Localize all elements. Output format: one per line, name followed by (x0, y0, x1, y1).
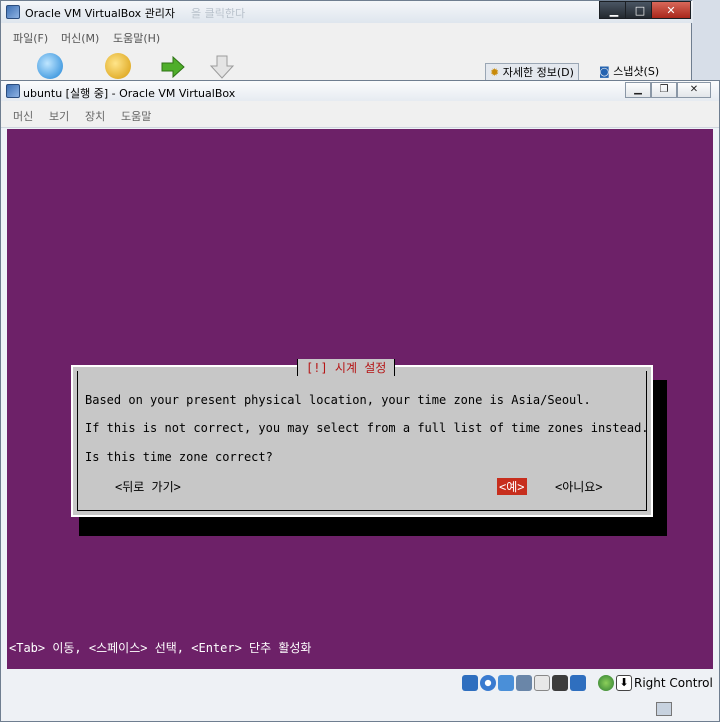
dialog-question: Is this time zone correct? (85, 450, 273, 464)
manager-menubar: 파일(F) 머신(M) 도움말(H) (1, 25, 691, 47)
settings-gear-icon[interactable] (105, 53, 131, 79)
vm-titlebar: ubuntu [실행 중] - Oracle VM VirtualBox ▁ ❐… (1, 81, 719, 101)
back-button[interactable]: <뒤로 가기> (115, 478, 181, 495)
guest-screen[interactable]: [!] 시계 설정 Based on your present physical… (7, 129, 713, 669)
host-key-arrow-icon[interactable]: ⬇ (616, 675, 632, 691)
menu-help[interactable]: 도움말(H) (113, 30, 160, 46)
optical-drive-icon[interactable] (480, 675, 496, 691)
manager-titlebar: Oracle VM VirtualBox 관리자 을 클릭한다 ▁ □ ✕ (1, 1, 693, 23)
vm-restore-button[interactable]: ❐ (651, 82, 677, 98)
window-resize-icon[interactable] (656, 702, 672, 716)
no-button[interactable]: <아니요> (555, 478, 603, 495)
vm-menu-view[interactable]: 보기 (49, 108, 69, 124)
dialog-line-1: Based on your present physical location,… (85, 393, 591, 407)
details-gear-icon: ✹ (490, 66, 500, 79)
timezone-dialog: [!] 시계 설정 Based on your present physical… (71, 359, 653, 517)
vm-menu-machine[interactable]: 머신 (13, 108, 33, 124)
video-capture-icon[interactable] (570, 675, 586, 691)
usb-icon[interactable] (498, 675, 514, 691)
host-key-label: Right Control (634, 676, 713, 690)
network-icon[interactable] (516, 675, 532, 691)
close-button[interactable]: ✕ (651, 1, 691, 19)
new-machine-icon[interactable] (37, 53, 63, 79)
vm-menubar: 머신 보기 장치 도움말 (1, 101, 719, 128)
shared-folder-icon[interactable] (534, 675, 550, 691)
vm-window: ubuntu [실행 중] - Oracle VM VirtualBox ▁ ❐… (0, 80, 720, 722)
vm-minimize-button[interactable]: ▁ (625, 82, 651, 98)
details-label: 자세한 정보(D) (502, 66, 574, 79)
virtualization-icon[interactable] (598, 675, 614, 691)
hard-disk-icon[interactable] (462, 675, 478, 691)
manager-title: Oracle VM VirtualBox 관리자 (25, 7, 176, 20)
discard-arrow-icon[interactable] (209, 55, 235, 79)
vm-title: ubuntu [실행 중] - Oracle VM VirtualBox (23, 87, 236, 100)
vm-close-button[interactable]: ✕ (677, 82, 711, 98)
dialog-title: [!] 시계 설정 (297, 359, 396, 376)
dialog-line-2: If this is not correct, you may select f… (85, 421, 649, 435)
snapshot-label: 스냅샷(S) (613, 65, 660, 78)
display-icon[interactable] (552, 675, 568, 691)
menu-file[interactable]: 파일(F) (13, 30, 48, 46)
vm-menu-help[interactable]: 도움말 (121, 108, 151, 124)
snapshot-button[interactable]: ◙ 스냅샷(S) (595, 63, 663, 81)
camera-icon: ◙ (599, 65, 610, 78)
menu-machine[interactable]: 머신(M) (61, 30, 99, 46)
virtualbox-icon (6, 5, 20, 19)
yes-button[interactable]: <예> (497, 478, 527, 495)
virtualbox-icon (6, 84, 20, 98)
start-arrow-icon[interactable] (161, 55, 185, 79)
keyboard-hint: <Tab> 이동, <스페이스> 선택, <Enter> 단추 활성화 (9, 641, 312, 655)
vm-menu-devices[interactable]: 장치 (85, 108, 105, 124)
background-text: 을 클릭한다 (191, 7, 246, 20)
